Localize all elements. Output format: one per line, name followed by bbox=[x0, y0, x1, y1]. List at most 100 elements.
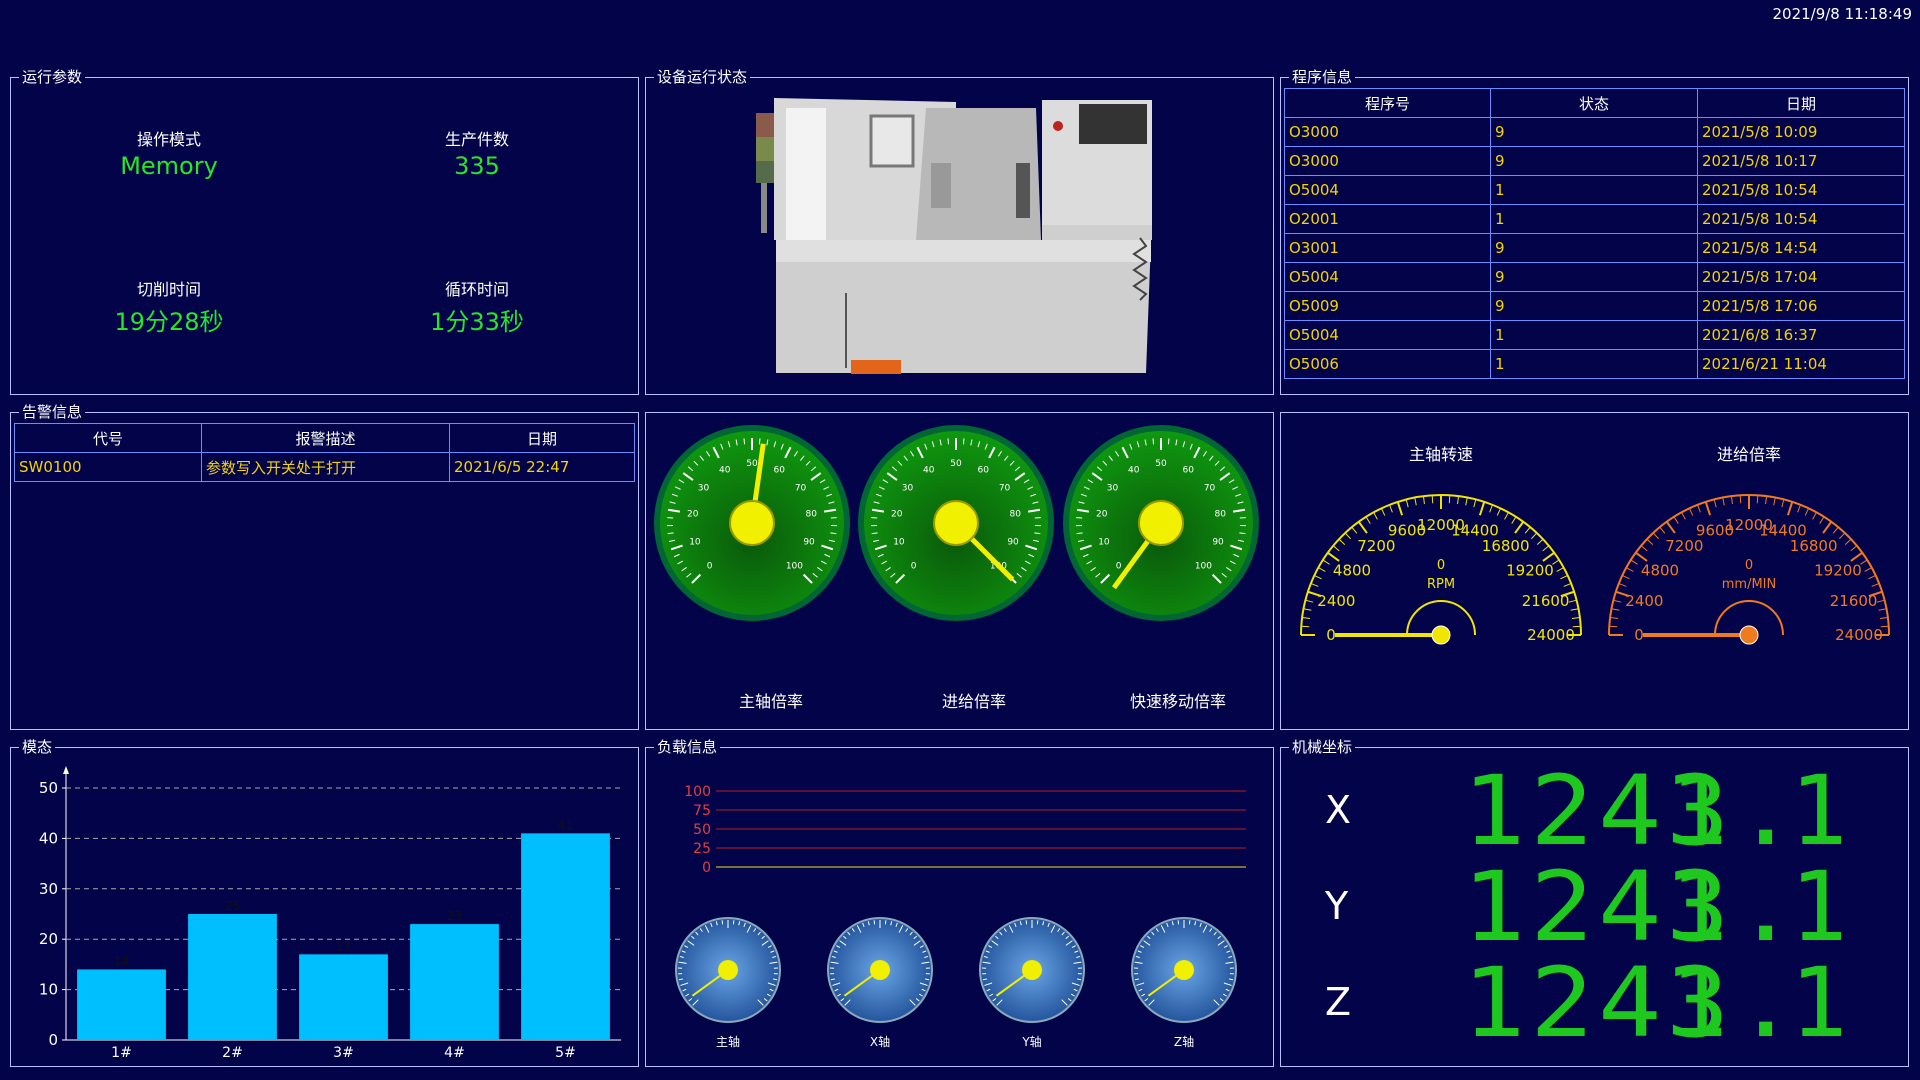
column-header: 报警描述 bbox=[201, 423, 450, 453]
z-coord-value-2: 1111 bbox=[1670, 947, 1920, 1059]
table-row[interactable]: SW0100 参数写入开关处于打开 2021/6/5 22:47 bbox=[14, 452, 635, 482]
gauge-tick bbox=[1838, 532, 1846, 540]
table-row[interactable]: O5006 1 2021/6/21 11:04 bbox=[1284, 349, 1905, 379]
gauge-tick bbox=[1879, 616, 1888, 619]
gauge-tick-label: 60 bbox=[774, 466, 786, 476]
gauge-tick-label: 50 bbox=[746, 459, 758, 469]
bar-value-label: 23 bbox=[447, 909, 462, 923]
bar-value-label: 41 bbox=[558, 818, 573, 832]
override-gauges: 0102030405060708090100 010203040506070809… bbox=[654, 425, 1259, 621]
gauge-tick bbox=[1570, 608, 1579, 611]
axis-y-label: Y bbox=[1325, 884, 1349, 928]
gauge-tick bbox=[1635, 551, 1648, 562]
param-value: Memory bbox=[120, 152, 218, 180]
table-cell: O3001 bbox=[1284, 233, 1491, 263]
override-gauge: 0 10 20 30 40 50 60 70 80 90 100 bbox=[654, 425, 850, 621]
gauge-hub bbox=[1431, 625, 1451, 645]
gauge-tick bbox=[1560, 574, 1568, 580]
gauge-value: 0 bbox=[1437, 558, 1445, 573]
table-row[interactable]: O5009 9 2021/5/8 17:06 bbox=[1284, 291, 1905, 321]
gauge-tick bbox=[1568, 599, 1577, 603]
table-row[interactable]: O3000 9 2021/5/8 10:17 bbox=[1284, 146, 1905, 176]
gauge-tick bbox=[1630, 559, 1638, 565]
table-cell: 9 bbox=[1490, 117, 1698, 147]
bar-value-label: 14 bbox=[114, 954, 129, 968]
gauge-tick-label: 24000 bbox=[1527, 626, 1575, 644]
gauge-hub bbox=[1138, 500, 1184, 546]
gauge-tick bbox=[1739, 495, 1742, 504]
gauge-tick bbox=[1301, 625, 1310, 628]
run-params-panel: 运行参数 操作模式 Memory 生产件数 335 切削时间 19分28秒 循环… bbox=[10, 69, 639, 395]
gauge-tick-label: 7200 bbox=[1357, 537, 1395, 555]
load-gauge bbox=[1131, 917, 1237, 1023]
bar bbox=[299, 954, 388, 1040]
table-row[interactable]: O2001 1 2021/5/8 10:54 bbox=[1284, 204, 1905, 234]
gauge-tick bbox=[1457, 496, 1460, 505]
load-gauge-label: Y轴 bbox=[1021, 1034, 1041, 1049]
gauge-tick bbox=[1878, 608, 1887, 611]
gauge-unit: mm/MIN bbox=[1722, 577, 1776, 592]
gauge-tick bbox=[1722, 497, 1725, 506]
table-cell: 1 bbox=[1490, 349, 1698, 379]
table-row[interactable]: O3000 9 2021/5/8 10:09 bbox=[1284, 117, 1905, 147]
table-cell: 1 bbox=[1490, 320, 1698, 350]
table-cell: O3000 bbox=[1284, 146, 1491, 176]
gauge-tick bbox=[1414, 497, 1417, 506]
gauge-tick bbox=[743, 438, 746, 445]
table-cell: SW0100 bbox=[14, 452, 202, 482]
table-cell: 2021/5/8 10:17 bbox=[1697, 146, 1905, 176]
bar bbox=[77, 969, 166, 1040]
gauge-tick bbox=[1673, 516, 1679, 524]
mold-chart-panel: 模态 0 10 20 30 40 50 14 1# 25 2# 17 3# 23 4# 41 5# bbox=[10, 739, 639, 1067]
table-cell: O3000 bbox=[1284, 117, 1491, 147]
table-cell: 2021/5/8 10:54 bbox=[1697, 204, 1905, 234]
gauge-tick bbox=[1812, 512, 1817, 520]
alarm-table: 代号 报警描述 日期 SW0100 参数写入开关处于打开 2021/6/5 22:4… bbox=[14, 423, 635, 482]
table-row[interactable]: O3001 9 2021/5/8 14:54 bbox=[1284, 233, 1905, 263]
table-row[interactable]: O5004 1 2021/5/8 10:54 bbox=[1284, 175, 1905, 205]
gauge-tick bbox=[1448, 495, 1451, 504]
gauge-tick-label: 7200 bbox=[1665, 537, 1703, 555]
gauge-tick bbox=[1314, 574, 1322, 580]
gauge-tick bbox=[1303, 608, 1312, 611]
gauge-tick bbox=[1496, 508, 1502, 516]
table-row[interactable]: O5004 1 2021/6/8 16:37 bbox=[1284, 320, 1905, 350]
spindle-override-label: 主轴倍率 bbox=[738, 692, 803, 711]
gauge-tick bbox=[1365, 516, 1371, 524]
table-cell: 2021/5/8 10:09 bbox=[1697, 117, 1905, 147]
gauge-unit: RPM bbox=[1427, 577, 1455, 592]
y-tick-label: 20 bbox=[39, 930, 58, 948]
table-row[interactable]: O5004 9 2021/5/8 17:04 bbox=[1284, 262, 1905, 292]
column-header: 状态 bbox=[1490, 88, 1698, 118]
gauge-tick bbox=[1730, 496, 1733, 505]
column-header: 代号 bbox=[14, 423, 202, 453]
column-header: 日期 bbox=[1697, 88, 1905, 118]
gauge-tick bbox=[1822, 521, 1833, 534]
bar-value-label: 25 bbox=[225, 899, 240, 913]
gauge-tick bbox=[1640, 545, 1648, 552]
gauge-tick-label: 16800 bbox=[1790, 537, 1838, 555]
gauge-tick-label: 19200 bbox=[1814, 561, 1862, 579]
table-cell: O5004 bbox=[1284, 320, 1491, 350]
gauge-tick-label: 16800 bbox=[1482, 537, 1530, 555]
device-status-panel: 设备运行状态 bbox=[645, 69, 1274, 395]
gauge-tick-label: 70 bbox=[999, 484, 1011, 494]
y-tick-label: 10 bbox=[39, 981, 58, 999]
override-gauge: 0 10 20 30 40 50 60 70 80 90 100 bbox=[1063, 425, 1259, 621]
table-cell: 参数写入开关处于打开 bbox=[201, 452, 450, 482]
gauge-tick bbox=[758, 438, 761, 445]
bar bbox=[410, 924, 499, 1040]
table-header-row: 程序号 状态 日期 bbox=[1284, 88, 1905, 118]
x-tick-label: 5# bbox=[555, 1045, 576, 1061]
gauge-tick-label: 30 bbox=[1107, 484, 1119, 494]
gauge-tick bbox=[1422, 496, 1425, 505]
gauge-tick-label: 20 bbox=[687, 510, 699, 520]
gauge-tick bbox=[947, 438, 950, 445]
gauge-tick-label: 40 bbox=[719, 466, 731, 476]
table-cell: 2021/5/8 17:06 bbox=[1697, 291, 1905, 321]
gauge-tick bbox=[1396, 501, 1404, 516]
gauge-tick bbox=[1844, 538, 1852, 546]
gauge-tick bbox=[1646, 538, 1654, 546]
gauge-tick bbox=[1351, 526, 1358, 534]
gauge-tick bbox=[1850, 545, 1858, 552]
